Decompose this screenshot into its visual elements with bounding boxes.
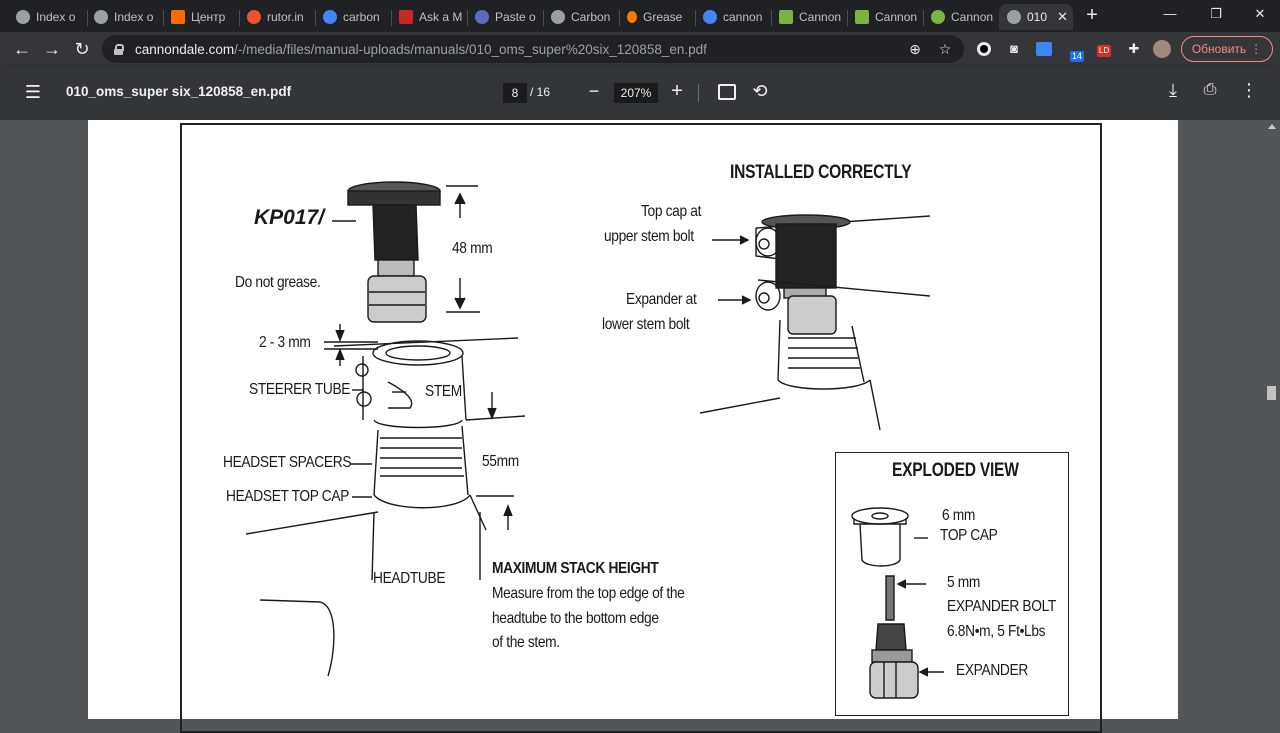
exploded-view-title: EXPLODED VIEW xyxy=(892,460,1019,481)
tab-strip: Index o Index o Центр rutor.in carbon As… xyxy=(0,0,1280,32)
fit-page-icon[interactable] xyxy=(718,84,736,100)
reload-icon[interactable]: ↻ xyxy=(70,37,94,61)
max-stack-line-2: headtube to the bottom edge xyxy=(492,610,659,627)
cannondale-icon xyxy=(855,10,869,24)
browser-tab[interactable]: Paste o xyxy=(467,4,544,30)
more-vert-icon: ⋮ xyxy=(1250,42,1263,56)
part-number: KP017/ xyxy=(254,206,325,229)
restore-icon[interactable]: ❐ xyxy=(1196,4,1236,26)
page-number-input[interactable]: 8 xyxy=(503,83,527,103)
forward-arrow-icon[interactable]: → xyxy=(40,37,64,61)
update-button[interactable]: Обновить ⋮ xyxy=(1181,36,1273,62)
browser-tab[interactable]: Ask a M xyxy=(391,4,468,30)
cannondale-icon xyxy=(779,10,793,24)
top-cap-label: TOP CAP xyxy=(940,527,998,544)
expander-line-1: Expander at xyxy=(626,291,697,308)
scrollbar[interactable] xyxy=(1264,120,1280,719)
translate-icon[interactable] xyxy=(1034,39,1054,59)
rotate-icon[interactable]: ⟲ xyxy=(750,81,770,102)
browser-tab[interactable]: Carbon xyxy=(543,4,620,30)
avatar[interactable] xyxy=(1152,39,1172,59)
back-arrow-icon[interactable]: ← xyxy=(10,37,34,61)
url-text: cannondale.com/-/media/files/manual-uplo… xyxy=(135,41,707,57)
paste-icon xyxy=(475,10,489,24)
minimize-icon[interactable]: — xyxy=(1150,4,1190,26)
pdf-page: KP017/ Do not grease. 48 mm 2 - 3 mm STE… xyxy=(88,120,1178,733)
more-options-icon[interactable]: ⋮ xyxy=(1240,80,1258,101)
rutor-icon xyxy=(247,10,261,24)
steerer-tube-label: STEERER TUBE xyxy=(249,381,351,398)
menu-icon[interactable]: ☰ xyxy=(24,82,42,102)
new-tab-button[interactable]: + xyxy=(1082,4,1102,28)
extension-circle-icon[interactable] xyxy=(974,39,994,59)
bars-icon xyxy=(171,10,185,24)
topcap-line-1: Top cap at xyxy=(641,203,702,220)
address-bar[interactable]: cannondale.com/-/media/files/manual-uplo… xyxy=(102,35,964,63)
max-stack-line-1: Measure from the top edge of the xyxy=(492,585,685,602)
close-window-icon[interactable]: ✕ xyxy=(1240,4,1280,26)
headset-top-cap-label: HEADSET TOP CAP xyxy=(226,488,350,505)
headtube-label: HEADTUBE xyxy=(373,570,446,587)
max-stack-title: MAXIMUM STACK HEIGHT xyxy=(492,560,659,577)
scroll-thumb[interactable] xyxy=(1267,386,1276,400)
google-icon xyxy=(323,10,337,24)
star-icon[interactable]: ☆ xyxy=(935,39,955,59)
print-icon[interactable]: ⎙ xyxy=(1200,81,1220,99)
ld-extension-icon[interactable]: LD xyxy=(1094,39,1114,59)
browser-tab[interactable]: rutor.in xyxy=(239,4,316,30)
browser-tab[interactable]: Центр xyxy=(163,4,240,30)
kp017-part-drawing xyxy=(347,181,441,323)
zoom-input[interactable]: 207% xyxy=(614,83,658,103)
zoom-icon[interactable]: ⊕ xyxy=(905,39,925,59)
stem-label: STEM xyxy=(425,383,462,400)
expander-line-2: lower stem bolt xyxy=(602,316,690,333)
puzzle-icon[interactable]: ✚ xyxy=(1124,39,1144,59)
dim-2-3mm: 2 - 3 mm xyxy=(259,334,311,351)
browser-tab[interactable]: Index o xyxy=(86,4,164,30)
browser-tab[interactable]: Cannon xyxy=(771,4,848,30)
grease-icon xyxy=(627,11,637,23)
google-icon xyxy=(703,10,717,24)
browser-toolbar: ← → ↻ cannondale.com/-/media/files/manua… xyxy=(0,32,1280,66)
globe-icon xyxy=(16,10,30,24)
browser-tab[interactable]: carbon xyxy=(315,4,392,30)
dim-6mm: 6 mm xyxy=(942,507,976,524)
camera-icon[interactable]: ◙ xyxy=(1004,39,1024,59)
do-not-grease-text: Do not grease. xyxy=(235,274,321,291)
dim-48mm: 48 mm xyxy=(452,240,493,257)
browser-tab-active[interactable]: 010 ✕ xyxy=(999,4,1073,30)
globe-icon xyxy=(551,10,565,24)
globe-icon xyxy=(94,10,108,24)
page-total: / 16 xyxy=(530,85,551,99)
close-icon[interactable]: ✕ xyxy=(1057,9,1068,25)
browser-tab[interactable]: Cannon xyxy=(923,4,1000,30)
pdf-filename: 010_oms_super six_120858_en.pdf xyxy=(66,84,292,99)
installed-correctly-title: INSTALLED CORRECTLY xyxy=(730,162,912,183)
cannondale-round-icon xyxy=(931,10,945,24)
pdf-toolbar: ☰ 010_oms_super six_120858_en.pdf 8 / 16… xyxy=(0,66,1280,120)
browser-tab[interactable]: Index o xyxy=(8,4,88,30)
pdf-viewer[interactable]: KP017/ Do not grease. 48 mm 2 - 3 mm STE… xyxy=(0,120,1280,733)
expander-label: EXPANDER xyxy=(956,662,1028,679)
dim-55mm: 55mm xyxy=(482,453,519,470)
extension-badge-icon[interactable]: 14 xyxy=(1064,39,1085,62)
toolbar-divider xyxy=(698,84,699,102)
installed-correctly-drawing xyxy=(699,214,931,431)
zoom-out-icon[interactable]: − xyxy=(586,81,602,102)
globe-icon xyxy=(1007,10,1021,24)
browser-tab[interactable]: Grease xyxy=(619,4,696,30)
max-stack-line-3: of the stem. xyxy=(492,634,560,651)
dim-5mm: 5 mm xyxy=(947,574,981,591)
expander-bolt-label: EXPANDER BOLT xyxy=(947,598,1056,615)
browser-tab[interactable]: cannon xyxy=(695,4,772,30)
download-icon[interactable]: ⤓ xyxy=(1164,80,1182,101)
topcap-line-2: upper stem bolt xyxy=(604,228,694,245)
forum-icon xyxy=(399,10,413,24)
lock-icon xyxy=(114,43,124,55)
browser-tab[interactable]: Cannon xyxy=(847,4,924,30)
zoom-in-icon[interactable]: + xyxy=(668,80,686,103)
headset-spacers-label: HEADSET SPACERS xyxy=(223,454,352,471)
scroll-up-icon[interactable] xyxy=(1268,124,1276,129)
torque-spec: 6.8N•m, 5 Ft•Lbs xyxy=(947,623,1046,640)
